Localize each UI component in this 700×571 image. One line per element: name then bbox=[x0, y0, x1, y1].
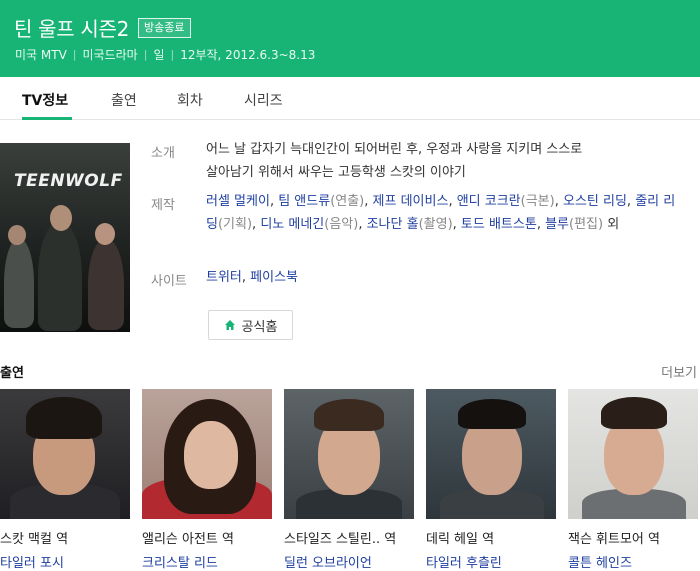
meta-separator: | bbox=[72, 48, 77, 61]
cast-card[interactable]: 스캇 맥컬 역 타일러 포시 bbox=[0, 389, 130, 571]
production-text: 러셀 멀케이, 팀 앤드류(연출), 제프 데이비스, 앤디 코크란(극본), … bbox=[206, 190, 676, 236]
cast-photo[interactable] bbox=[426, 389, 556, 519]
cast-role: 앨리슨 아전트 역 bbox=[142, 532, 234, 547]
meta-episodes: 12부작, 2012.6.3~8.13 bbox=[180, 48, 316, 62]
cast-section-title: 출연 bbox=[0, 366, 24, 381]
production-label: 제작 bbox=[151, 198, 175, 213]
cast-photo[interactable] bbox=[284, 389, 414, 519]
cast-role: 데릭 헤일 역 bbox=[426, 532, 495, 547]
credit-separator: , bbox=[269, 194, 279, 209]
tab-bar: TV정보 출연 회차 시리즈 bbox=[0, 77, 700, 120]
credit-separator: , bbox=[452, 217, 461, 232]
official-home-label: 공식홈 bbox=[241, 319, 278, 335]
credit-link[interactable]: 팀 앤드류 bbox=[278, 194, 330, 209]
credit-link[interactable]: 디노 메네긴 bbox=[260, 217, 324, 232]
intro-line: 어느 날 갑자기 늑대인간이 되어버린 후, 우정과 사랑을 지키며 스스로 bbox=[206, 142, 583, 157]
poster-title: TEENWOLF bbox=[14, 171, 123, 191]
cast-photo[interactable] bbox=[0, 389, 130, 519]
credit-separator: , bbox=[536, 217, 546, 232]
meta-separator: | bbox=[143, 48, 148, 61]
cast-actor-link[interactable]: 타일러 후츨린 bbox=[426, 552, 556, 571]
meta-separator: | bbox=[170, 48, 175, 61]
site-link-twitter[interactable]: 트위터 bbox=[206, 270, 242, 285]
credit-link[interactable]: 앤디 코크란 bbox=[457, 194, 521, 209]
cast-actor-link[interactable]: 타일러 포시 bbox=[0, 552, 130, 571]
tab-series[interactable]: 시리즈 bbox=[244, 90, 283, 110]
page-title: 틴 울프 시즌2 bbox=[14, 17, 130, 41]
title-row: 틴 울프 시즌2 방송종료 bbox=[14, 13, 191, 42]
meta-genre: 미국드라마 bbox=[82, 48, 138, 62]
site-label: 사이트 bbox=[151, 274, 187, 289]
meta-row: 미국 MTV | 미국드라마 | 일 | 12부작, 2012.6.3~8.13 bbox=[15, 46, 315, 63]
cast-card[interactable]: 앨리슨 아전트 역 크리스탈 리드 bbox=[142, 389, 272, 571]
credit-role: (음악) bbox=[324, 217, 359, 232]
cast-role: 잭슨 휘트모어 역 bbox=[568, 532, 660, 547]
credit-role: (기획) bbox=[217, 217, 253, 232]
credit-link[interactable]: 제프 데이비스 bbox=[373, 194, 449, 209]
site-links: 트위터, 페이스북 bbox=[206, 266, 676, 289]
credit-role: (촬영) bbox=[418, 217, 453, 232]
cast-actor-link[interactable]: 크리스탈 리드 bbox=[142, 552, 272, 571]
cast-more-link[interactable]: 더보기 bbox=[661, 362, 697, 381]
credit-suffix: 외 bbox=[607, 217, 620, 232]
tab-cast[interactable]: 출연 bbox=[111, 90, 137, 110]
cast-role: 스타일즈 스틸린.. 역 bbox=[284, 532, 397, 547]
credit-link[interactable]: 블루 bbox=[545, 217, 569, 232]
credit-role: (연출) bbox=[330, 194, 365, 209]
cast-card[interactable]: 스타일즈 스틸린.. 역 딜런 오브라이언 bbox=[284, 389, 414, 571]
intro-text: 어느 날 갑자기 늑대인간이 되어버린 후, 우정과 사랑을 지키며 스스로 살… bbox=[206, 138, 676, 184]
cast-photo[interactable] bbox=[568, 389, 698, 519]
cast-card[interactable]: 데릭 헤일 역 타일러 후츨린 bbox=[426, 389, 556, 571]
intro-line: 살아남기 위해서 싸우는 고등학생 스캇의 이야기 bbox=[206, 165, 466, 180]
meta-day: 일 bbox=[153, 48, 165, 62]
poster-image[interactable]: TEENWOLF bbox=[0, 143, 130, 332]
credit-link[interactable]: 조나단 홀 bbox=[367, 217, 419, 232]
credit-separator: , bbox=[626, 194, 636, 209]
official-home-button[interactable]: 공식홈 bbox=[208, 310, 293, 340]
site-separator: , bbox=[241, 270, 251, 285]
credit-link[interactable]: 러셀 멀케이 bbox=[206, 194, 270, 209]
tab-episodes[interactable]: 회차 bbox=[177, 90, 203, 110]
cast-actor-link[interactable]: 콜튼 헤인즈 bbox=[568, 552, 698, 571]
status-badge: 방송종료 bbox=[138, 17, 191, 38]
site-link-facebook[interactable]: 페이스북 bbox=[250, 270, 298, 285]
credit-separator: , bbox=[358, 217, 367, 232]
credit-link[interactable]: 오스틴 리딩 bbox=[563, 194, 627, 209]
intro-label: 소개 bbox=[151, 146, 175, 161]
cast-photo[interactable] bbox=[142, 389, 272, 519]
tab-tv-info[interactable]: TV정보 bbox=[22, 90, 68, 110]
credit-separator: , bbox=[364, 194, 373, 209]
credit-role: (편집) bbox=[569, 217, 604, 232]
cast-card[interactable]: 잭슨 휘트모어 역 콜튼 헤인즈 bbox=[568, 389, 698, 571]
credit-separator: , bbox=[554, 194, 563, 209]
home-icon bbox=[224, 320, 235, 330]
meta-channel: 미국 MTV bbox=[15, 48, 67, 62]
active-tab-indicator bbox=[22, 117, 72, 120]
cast-actor-link[interactable]: 딜런 오브라이언 bbox=[284, 552, 414, 571]
credit-separator: , bbox=[448, 194, 457, 209]
cast-role: 스캇 맥컬 역 bbox=[0, 532, 69, 547]
credit-link[interactable]: 토드 배트스톤 bbox=[461, 217, 537, 232]
credit-role: (극본) bbox=[520, 194, 555, 209]
header: 틴 울프 시즌2 방송종료 미국 MTV | 미국드라마 | 일 | 12부작,… bbox=[0, 0, 700, 77]
